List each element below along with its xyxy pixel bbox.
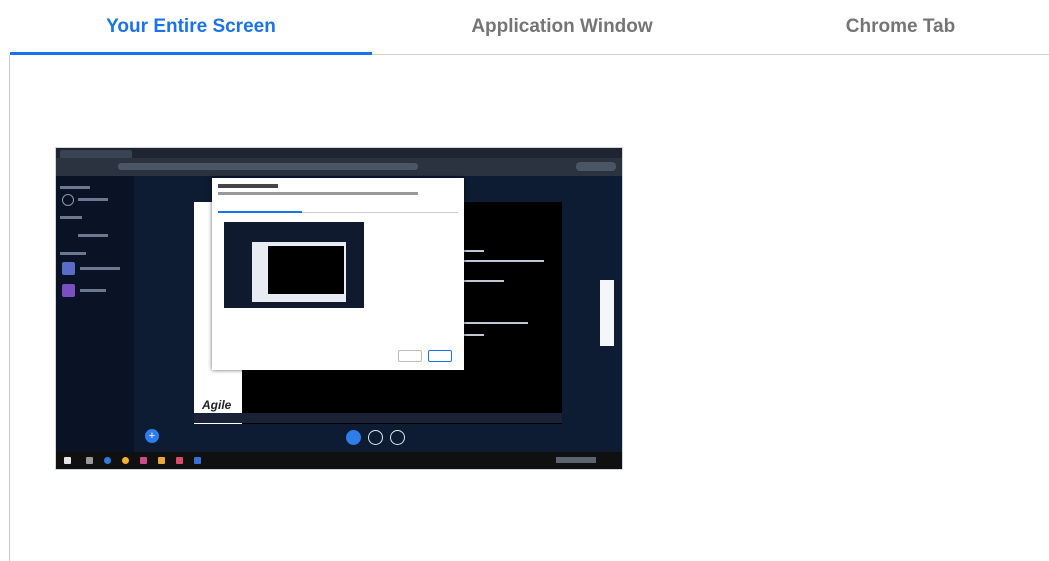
share-source-tabs: Your Entire Screen Application Window Ch… [10,0,1049,55]
thumbnail-dialog-preview [224,222,364,308]
thumbnail-sidebar [56,176,134,452]
thumbnail-slide-text [464,260,544,262]
tab-your-entire-screen[interactable]: Your Entire Screen [10,0,372,55]
thumbnail-taskbar [56,452,622,469]
tab-label: Application Window [471,16,653,37]
thumbnail-slide-logo-text: Agile [202,398,232,412]
thumbnail-sidebar-icon [62,194,74,206]
thumbnail-edge-icon [104,457,111,464]
thumbnail-sidebar-line [80,267,120,270]
tab-chrome-tab[interactable]: Chrome Tab [752,0,1049,54]
thumbnail-annotation-toolbar [600,280,614,346]
thumbnail-sidebar-line [60,252,86,255]
tab-application-window[interactable]: Application Window [372,0,752,54]
thumbnail-sidebar-line [60,186,90,189]
thumbnail-sidebar-line [80,289,106,292]
thumbnail-dialog-tabs [218,202,458,213]
thumbnail-start-icon [64,457,71,464]
thumbnail-address-bar [56,158,622,176]
entire-screen-thumbnail[interactable]: Agile + [55,147,623,470]
thumbnail-search-icon [86,457,93,464]
thumbnail-chrome-icon [122,457,129,464]
thumbnail-camera-icon [368,430,383,445]
thumbnail-slide-controls [194,413,562,423]
thumbnail-sidebar-icon [62,284,75,297]
thumbnail-plus-icon: + [145,429,159,443]
thumbnail-sidebar-line [78,198,108,201]
thumbnail-profile-badge [576,162,616,171]
thumbnail-share-dialog [212,178,464,370]
thumbnail-dialog-share-button [398,350,422,362]
tab-label: Chrome Tab [845,16,956,37]
thumbnail-dialog-tab-indicator [218,211,302,213]
thumbnail-sidebar-line [78,234,108,237]
thumbnail-dialog-cancel-button [428,350,452,362]
thumbnail-screen-share-icon [390,430,405,445]
thumbnail-sidebar-line [60,216,82,219]
thumbnail-slide-text [464,322,528,324]
thumbnail-clock [556,457,596,463]
thumbnail-browser-tabbar [56,148,622,158]
thumbnail-url-field [118,163,418,170]
thumbnail-mic-icon [346,430,361,445]
thumbnail-sidebar-icon [62,262,75,275]
thumbnail-app-icon [140,457,147,464]
thumbnail-slide-text [464,250,484,252]
active-tab-indicator [10,52,372,55]
thumbnail-dialog-subtitle [218,192,418,195]
thumbnail-slide-text [464,280,504,282]
thumbnail-slide-text [464,334,484,336]
thumbnail-dialog-title [218,184,278,188]
thumbnail-folder-icon [158,457,165,464]
panel-border [9,55,10,561]
tab-label: Your Entire Screen [106,16,276,37]
thumbnail-dialog-preview-dialog [268,246,344,294]
thumbnail-browser-tab [60,150,132,158]
thumbnail-app-icon [194,457,201,464]
thumbnail-app-icon [176,457,183,464]
